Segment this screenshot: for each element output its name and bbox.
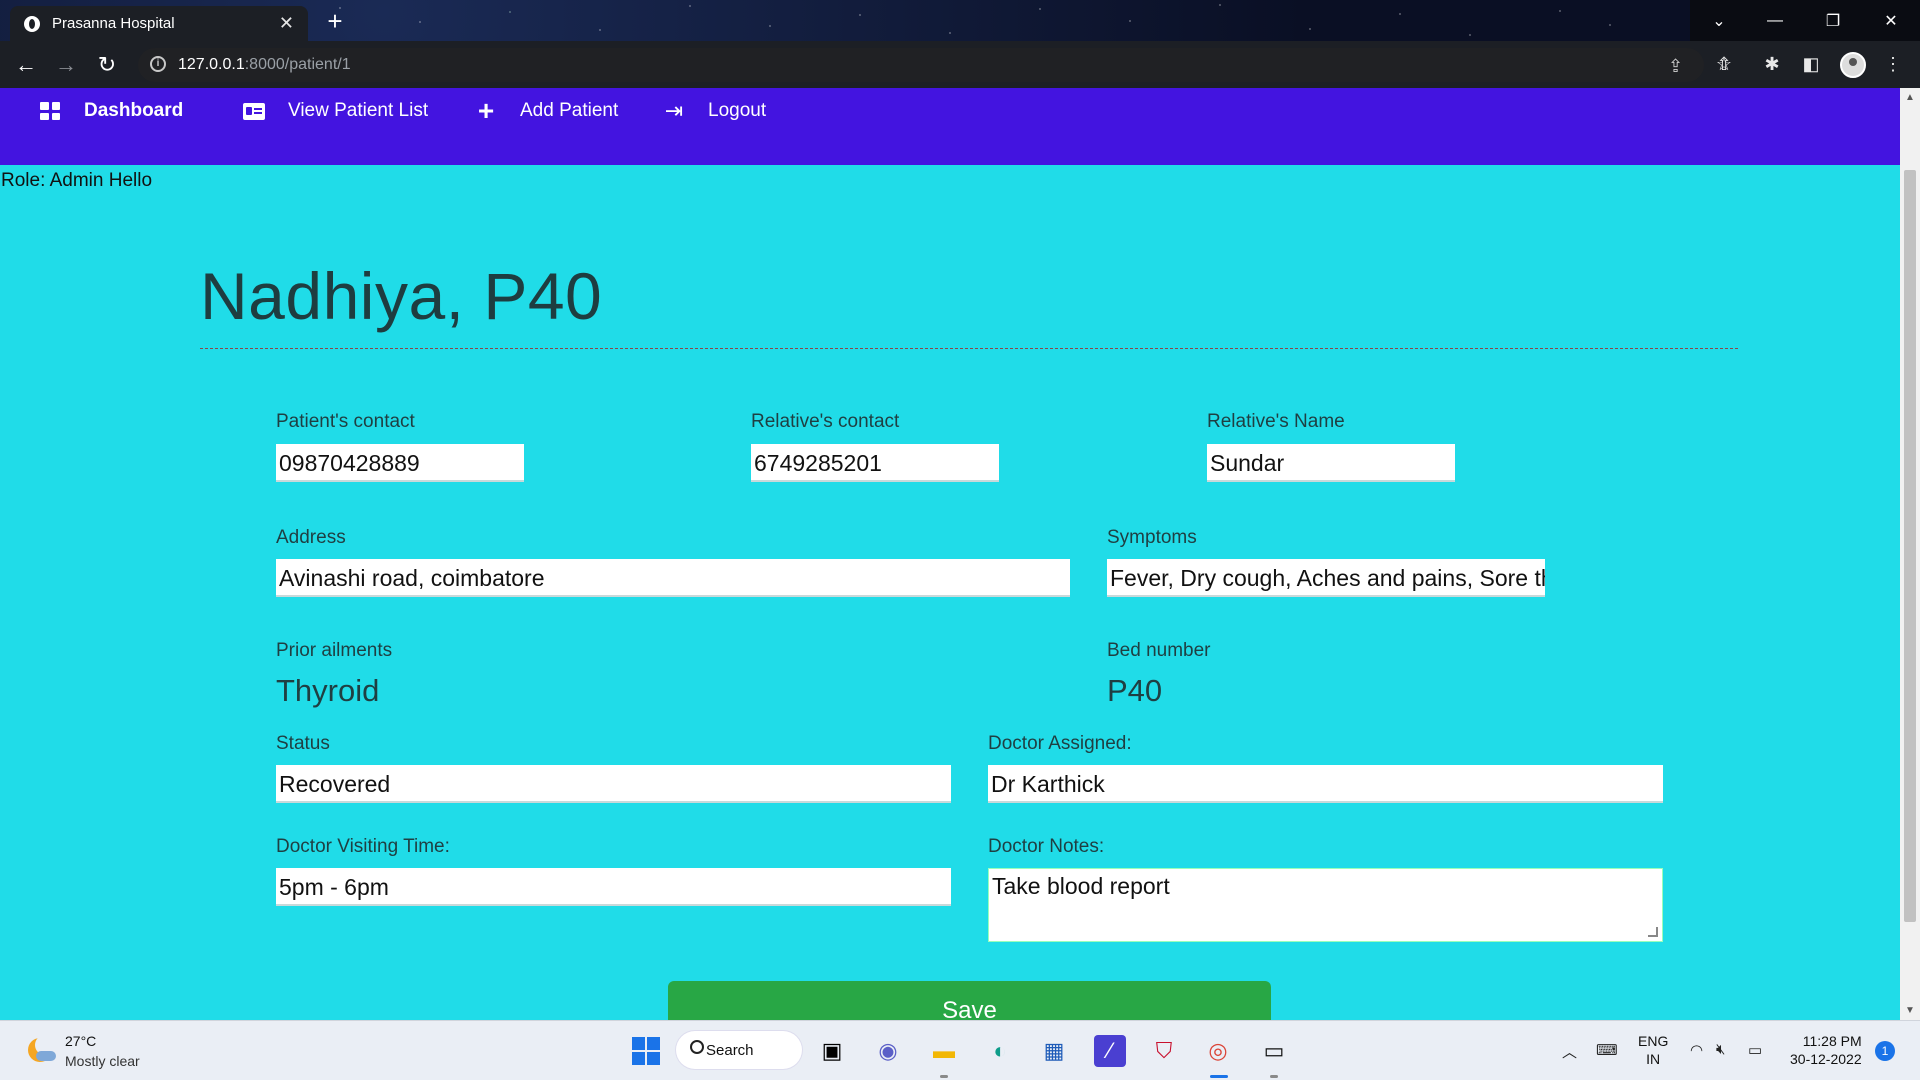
input-language[interactable]: ENG IN — [1638, 1032, 1668, 1068]
browser-tab-strip: Prasanna Hospital ✕ + ⌄ — ❐ ✕ — [0, 0, 1920, 41]
doctor-notes-label: Doctor Notes: — [988, 836, 1105, 857]
battery-icon[interactable]: ▭ — [1748, 1041, 1762, 1059]
restore-icon[interactable]: ❐ — [1810, 0, 1856, 41]
bed-number-value: P40 — [1107, 673, 1163, 708]
microsoft-store-icon[interactable]: ▦ — [1038, 1035, 1070, 1067]
relative-name-field[interactable]: Sundar — [1207, 444, 1455, 482]
show-hidden-icons-chevron-icon[interactable]: ︿ — [1562, 1041, 1577, 1062]
site-info-icon[interactable]: i — [150, 56, 166, 72]
extensions-puzzle-icon[interactable]: ✱ — [1759, 51, 1785, 77]
status-field[interactable]: Recovered — [276, 765, 951, 803]
notification-badge[interactable]: 1 — [1875, 1041, 1895, 1061]
nav-dashboard-label: Dashboard — [84, 100, 184, 121]
tab-search-chevron-icon[interactable]: ⌄ — [1696, 0, 1742, 41]
file-explorer-icon[interactable]: ▬ — [928, 1035, 960, 1067]
scroll-down-icon[interactable]: ▼ — [1905, 1005, 1915, 1016]
prior-ailments-label: Prior ailments — [276, 640, 393, 661]
doctor-assigned-label: Doctor Assigned: — [988, 733, 1132, 754]
app-m-icon[interactable]: ⁄ — [1094, 1035, 1126, 1067]
nav-logout[interactable]: ⇥ Logout — [662, 98, 767, 123]
save-button[interactable]: Save — [668, 981, 1271, 1021]
visiting-time-label: Doctor Visiting Time: — [276, 836, 450, 857]
url-text: 127.0.0.1:8000/patient/1 — [178, 56, 351, 73]
weather-moon-icon[interactable] — [26, 1035, 56, 1065]
keyboard-icon[interactable]: ⌨ — [1596, 1041, 1618, 1059]
chrome-active-indicator — [1210, 1075, 1228, 1078]
reload-icon[interactable]: ↻ — [93, 51, 121, 79]
start-windows-icon[interactable] — [630, 1035, 662, 1067]
profile-avatar[interactable] — [1840, 52, 1866, 78]
role-text: Role: Admin Hello — [1, 170, 153, 191]
nav-view-patient-list[interactable]: View Patient List — [242, 99, 428, 123]
search-icon — [690, 1040, 704, 1054]
browser-tab[interactable]: Prasanna Hospital ✕ — [10, 6, 308, 41]
nav-add-patient[interactable]: + Add Patient — [474, 95, 619, 126]
patient-contact-field[interactable]: 09870428889 — [276, 444, 524, 482]
scroll-up-icon[interactable]: ▲ — [1905, 92, 1915, 103]
wifi-icon[interactable]: ◠ — [1690, 1041, 1703, 1059]
share-icon[interactable]: ⇪ — [1668, 56, 1683, 77]
nav-add-patient-label: Add Patient — [520, 100, 619, 121]
textarea-resize-handle-icon[interactable] — [1648, 927, 1658, 937]
taskbar-search-label: Search — [706, 1041, 754, 1059]
terminal-running-indicator — [1270, 1075, 1278, 1078]
app-navbar: Dashboard View Patient List + Add Patien… — [0, 88, 1900, 165]
tab-close-icon[interactable]: ✕ — [279, 13, 294, 34]
browser-toolbar: ← → ↻ i 127.0.0.1:8000/patient/1 ⇪ ⇧ ☆ ✱… — [0, 41, 1920, 88]
system-clock[interactable]: 11:28 PM 30-12-2022 — [1790, 1032, 1862, 1068]
edge-browser-icon[interactable]: ◐ — [984, 1035, 1016, 1067]
symptoms-label: Symptoms — [1107, 527, 1197, 548]
nav-logout-label: Logout — [708, 100, 767, 121]
relative-name-label: Relative's Name — [1207, 411, 1345, 432]
side-panel-icon[interactable]: ◧ — [1798, 51, 1824, 77]
mcafee-shield-icon[interactable]: ⛉ — [1148, 1035, 1180, 1067]
chrome-icon[interactable]: ◎ — [1202, 1035, 1234, 1067]
taskbar-search[interactable]: Search — [676, 1031, 802, 1069]
explorer-running-indicator — [940, 1075, 948, 1078]
tab-favicon-icon — [24, 15, 40, 32]
back-arrow-icon[interactable]: ← — [12, 51, 40, 79]
page-scrollbar[interactable]: ▲ ▼ — [1900, 88, 1920, 1020]
close-window-icon[interactable]: ✕ — [1868, 0, 1914, 41]
volume-muted-icon[interactable]: 🔇︎ — [1716, 1041, 1725, 1058]
logout-icon: ⇥ — [664, 98, 684, 123]
browser-menu-icon[interactable]: ⋮ — [1880, 51, 1906, 77]
heading-divider — [200, 348, 1738, 349]
address-label: Address — [276, 527, 346, 548]
minimize-icon[interactable]: — — [1752, 0, 1798, 41]
symptoms-field[interactable]: Fever, Dry cough, Aches and pains, Sore … — [1107, 559, 1545, 597]
doctor-notes-textarea[interactable]: Take blood report — [988, 868, 1663, 942]
plus-icon: + — [477, 95, 495, 126]
bookmark-star-icon[interactable]: ☆ — [1711, 51, 1737, 77]
weather-description[interactable]: Mostly clear — [65, 1053, 140, 1069]
teams-chat-icon[interactable]: ◉ — [872, 1035, 904, 1067]
dashboard-grid-icon — [38, 100, 62, 122]
windows-taskbar: 27°C Mostly clear Search ▣ ◉ ▬ ◐ ▦ ⁄ ⛉ ◎… — [0, 1020, 1920, 1080]
weather-temperature[interactable]: 27°C — [65, 1033, 96, 1049]
bed-number-label: Bed number — [1107, 640, 1211, 661]
relative-contact-field[interactable]: 6749285201 — [751, 444, 999, 482]
relative-contact-label: Relative's contact — [751, 411, 900, 432]
prior-ailments-value: Thyroid — [276, 673, 380, 708]
scrollbar-thumb[interactable] — [1904, 170, 1916, 922]
nav-dashboard[interactable]: Dashboard — [38, 99, 183, 123]
tab-title: Prasanna Hospital — [52, 15, 175, 32]
address-bar[interactable]: i 127.0.0.1:8000/patient/1 ⇪ — [138, 48, 1704, 82]
patient-contact-label: Patient's contact — [276, 411, 415, 432]
patient-heading: Nadhiya, P40 — [200, 259, 603, 333]
task-view-icon[interactable]: ▣ — [816, 1035, 848, 1067]
forward-arrow-icon[interactable]: → — [52, 51, 80, 79]
id-card-icon — [242, 100, 266, 122]
visiting-time-field[interactable]: 5pm - 6pm — [276, 868, 951, 906]
doctor-assigned-field[interactable]: Dr Karthick — [988, 765, 1663, 803]
address-field[interactable]: Avinashi road, coimbatore — [276, 559, 1070, 597]
terminal-icon[interactable]: ▭ — [1258, 1035, 1290, 1067]
status-label: Status — [276, 733, 330, 754]
nav-view-patient-list-label: View Patient List — [288, 100, 429, 121]
new-tab-button[interactable]: + — [320, 8, 350, 36]
